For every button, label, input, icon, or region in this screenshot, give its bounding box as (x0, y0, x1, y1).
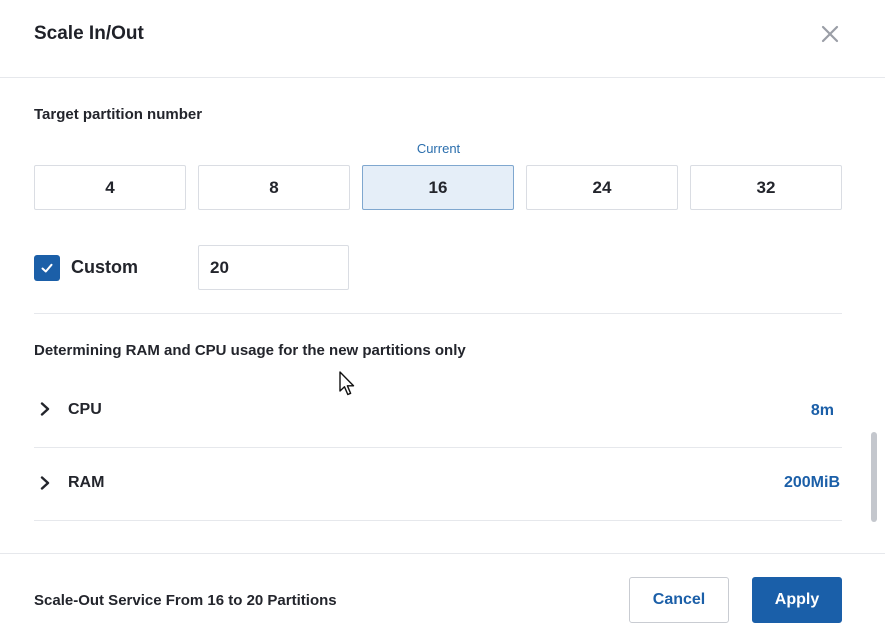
chevron-right-icon (40, 402, 50, 416)
partition-option-32[interactable]: 32 (690, 165, 842, 210)
resource-value-cpu: 8m (810, 402, 834, 419)
partition-section-label: Target partition number (34, 106, 203, 123)
divider (34, 313, 842, 314)
resource-row-cpu[interactable]: CPU 8m (34, 374, 842, 447)
apply-button[interactable]: Apply (752, 577, 842, 623)
close-button[interactable] (816, 20, 844, 48)
custom-checkbox[interactable] (34, 255, 60, 281)
custom-partition-input[interactable] (198, 245, 349, 290)
dialog-header: Scale In/Out (0, 0, 885, 78)
current-label: Current (416, 141, 461, 156)
custom-label: Custom (71, 257, 138, 277)
scrollbar[interactable] (871, 432, 877, 522)
dialog-footer: Scale-Out Service From 16 to 20 Partitio… (0, 553, 885, 639)
checkmark-icon (41, 263, 53, 273)
scale-summary: Scale-Out Service From 16 to 20 Partitio… (34, 592, 337, 609)
resource-row-ram[interactable]: RAM 200MiB (34, 447, 842, 520)
scale-dialog: Scale In/Out Target partition number Cur… (0, 0, 885, 639)
resource-value-ram: 200MiB (783, 474, 840, 491)
dialog-title: Scale In/Out (34, 23, 144, 44)
resources-heading: Determining RAM and CPU usage for the ne… (34, 342, 466, 359)
partition-option-8[interactable]: 8 (198, 165, 350, 210)
partition-option-16[interactable]: 16 (362, 165, 514, 210)
resource-name-cpu: CPU (68, 401, 102, 418)
divider (34, 520, 842, 521)
resource-name-ram: RAM (68, 474, 105, 491)
chevron-right-icon (40, 476, 50, 490)
cancel-button[interactable]: Cancel (629, 577, 729, 623)
partition-option-4[interactable]: 4 (34, 165, 186, 210)
close-icon (821, 25, 839, 43)
partition-option-24[interactable]: 24 (526, 165, 678, 210)
